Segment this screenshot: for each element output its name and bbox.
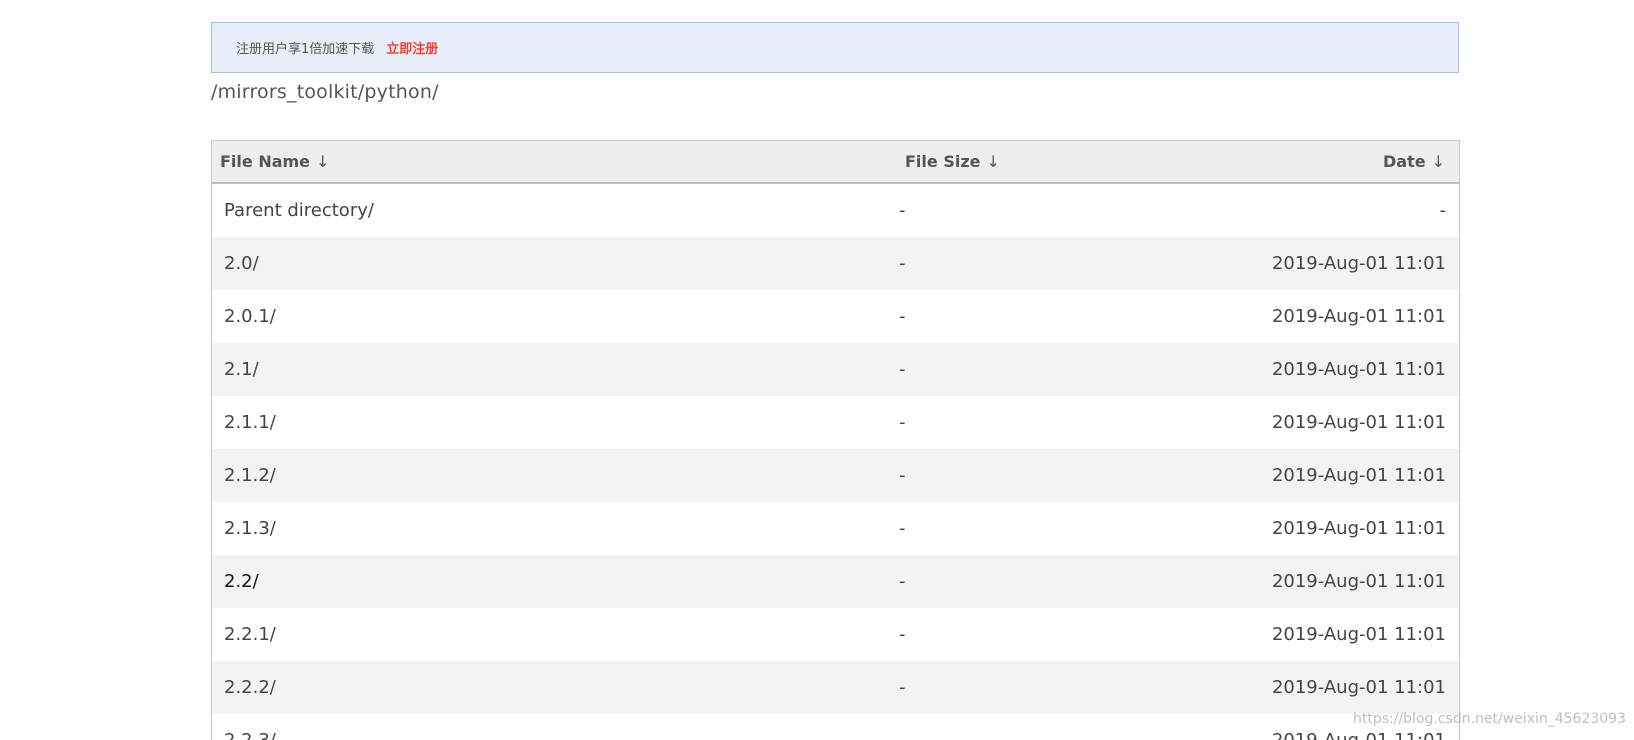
file-date: 2019-Aug-01 11:01 [1271,518,1446,539]
file-name-link[interactable]: 2.1/ [224,343,259,396]
page: 注册用户享1倍加速下载 立即注册 /mirrors_toolkit/python… [0,0,1634,740]
file-date: 2019-Aug-01 11:01 [1271,465,1446,486]
file-size: - [899,359,906,380]
file-name-link[interactable]: Parent directory/ [224,184,374,237]
file-size: - [899,624,906,645]
file-date: 2019-Aug-01 11:01 [1271,624,1446,645]
file-name-link[interactable]: 2.0/ [224,237,259,290]
file-size: - [899,714,906,740]
file-size: - [899,465,906,486]
file-size: - [899,200,906,221]
table-row[interactable]: 2.2/ - 2019-Aug-01 11:01 [212,555,1459,608]
table-row[interactable]: 2.1/ - 2019-Aug-01 11:01 [212,343,1459,396]
banner-text: 注册用户享1倍加速下载 [236,42,375,57]
register-now-link[interactable]: 立即注册 [386,38,438,57]
sort-arrow-icon: ↓ [316,152,330,171]
file-name-link[interactable]: 2.1.1/ [224,396,276,449]
file-name-link[interactable]: 2.0.1/ [224,290,276,343]
file-name-link[interactable]: 2.1.2/ [224,449,276,502]
watermark: https://blog.csdn.net/weixin_45623093 [1352,711,1626,727]
table-row[interactable]: Parent directory/ - - [212,184,1459,237]
sort-arrow-icon: ↓ [1431,152,1445,171]
table-row[interactable]: 2.0.1/ - 2019-Aug-01 11:01 [212,290,1459,343]
file-size: - [899,253,906,274]
file-name-link[interactable]: 2.2.1/ [224,608,276,661]
header-file-size-label: File Size [905,152,981,171]
file-name-link[interactable]: 2.2.3/ [224,714,276,740]
file-listing-table: File Name ↓ File Size ↓ Date ↓ Parent direc… [211,140,1460,740]
table-row[interactable]: 2.2.3/-2019-Aug-01 11:01 [212,714,1459,740]
register-banner: 注册用户享1倍加速下载 立即注册 [211,22,1459,73]
file-date: - [1439,200,1447,221]
header-file-name[interactable]: File Name ↓ [220,141,329,182]
sort-arrow-icon: ↓ [986,152,1000,171]
header-date[interactable]: Date ↓ [1383,141,1445,182]
file-size: - [899,306,906,327]
file-size: - [899,412,906,433]
file-date: 2019-Aug-01 11:01 [1271,306,1446,327]
file-size: - [899,677,906,698]
breadcrumb: /mirrors_toolkit/python/ [211,81,439,103]
header-file-name-label: File Name [220,152,311,171]
file-date: 2019-Aug-01 11:01 [1271,359,1446,380]
table-row[interactable]: 2.1.3/ - 2019-Aug-01 11:01 [212,502,1459,555]
file-name-link[interactable]: 2.1.3/ [224,502,276,555]
file-size: - [899,518,906,539]
table-header: File Name ↓ File Size ↓ Date ↓ [212,141,1459,184]
table-row[interactable]: 2.2.2/ - 2019-Aug-01 11:01 [212,661,1459,714]
table-row[interactable]: 2.1.2/ - 2019-Aug-01 11:01 [212,449,1459,502]
file-date: 2019-Aug-01 11:01 [1271,677,1446,698]
file-name-link[interactable]: 2.2/ [224,555,259,608]
table-row[interactable]: 2.2.1/ - 2019-Aug-01 11:01 [212,608,1459,661]
file-name-link[interactable]: 2.2.2/ [224,661,276,714]
table-row[interactable]: 2.1.1/ - 2019-Aug-01 11:01 [212,396,1459,449]
table-row[interactable]: 2.0/ - 2019-Aug-01 11:01 [212,237,1459,290]
header-date-label: Date [1383,152,1426,171]
file-date: 2019-Aug-01 11:01 [1271,253,1446,274]
header-file-size[interactable]: File Size ↓ [905,141,1000,182]
file-date: 2019-Aug-01 11:01 [1271,412,1446,433]
file-size: - [899,571,906,592]
table-body: Parent directory/ - - 2.0/ - 2019-Aug-01 11:0… [212,184,1459,740]
file-date: 2019-Aug-01 11:01 [1271,571,1446,592]
